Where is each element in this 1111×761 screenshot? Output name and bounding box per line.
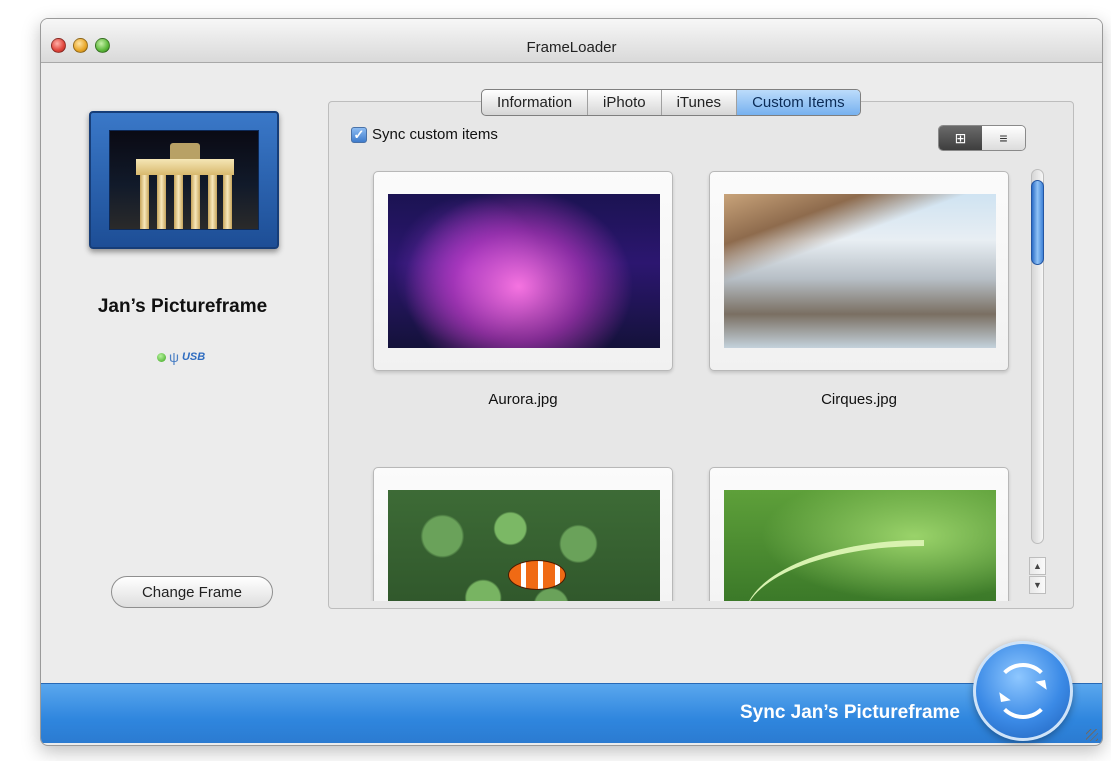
tab-itunes[interactable]: iTunes	[662, 90, 738, 115]
item-card[interactable]	[373, 171, 673, 371]
sync-label: Sync Jan’s Pictureframe	[739, 702, 960, 723]
sync-custom-items-label[interactable]: Sync custom items	[372, 126, 498, 143]
list-view-icon[interactable]: ≡	[982, 126, 1025, 150]
item-card[interactable]	[709, 467, 1009, 601]
app-window: FrameLoader Jan’s Pictureframe ψ USB Cha…	[40, 18, 1103, 746]
custom-items-grid[interactable]: Aurora.jpg Cirques.jpg	[361, 169, 1029, 601]
title-bar[interactable]: FrameLoader	[41, 19, 1102, 63]
grid-view-icon[interactable]: ⊞	[939, 126, 982, 150]
connected-status-icon	[157, 352, 166, 362]
tab-information[interactable]: Information	[482, 90, 589, 115]
item-card[interactable]	[709, 171, 1009, 371]
sync-custom-items-checkbox[interactable]: ✓	[351, 126, 367, 143]
item-caption: Cirques.jpg	[821, 391, 897, 408]
item-thumbnail-cirques	[724, 194, 996, 348]
item-thumbnail-dewdrop	[724, 490, 996, 601]
resize-grip-icon[interactable]	[1086, 729, 1098, 741]
item-caption: Aurora.jpg	[488, 391, 558, 408]
change-frame-button[interactable]: Change Frame	[111, 576, 273, 608]
grid-item-cirques[interactable]: Cirques.jpg	[709, 171, 1009, 408]
window-title: FrameLoader	[526, 39, 617, 56]
item-thumbnail-clownfish	[388, 490, 660, 601]
grid-item-dewdrop[interactable]	[709, 467, 1009, 601]
sync-custom-items-row[interactable]: ✓ Sync custom items	[351, 126, 498, 143]
grid-scrollbar[interactable]: ▲ ▼	[1029, 167, 1046, 599]
picture-frame-thumbnail	[89, 111, 279, 249]
connection-status: ψ USB	[157, 349, 205, 365]
item-card[interactable]	[373, 467, 673, 601]
usb-icon: ψ	[169, 349, 179, 365]
device-name: Jan’s Pictureframe	[97, 296, 268, 317]
item-thumbnail-aurora	[388, 194, 660, 348]
connection-type-label: USB	[181, 351, 206, 363]
tab-bar: Information iPhoto iTunes Custom Items	[481, 89, 861, 116]
grid-item-aurora[interactable]: Aurora.jpg	[373, 171, 673, 408]
frame-photo-brandenburg-gate	[109, 130, 259, 230]
tab-custom-items[interactable]: Custom Items	[737, 90, 860, 115]
sync-bar: Sync Jan’s Pictureframe	[41, 683, 1102, 743]
view-mode-toggle: ⊞ ≡	[938, 125, 1026, 151]
sync-arrows-icon	[995, 663, 1051, 719]
scroll-up-arrow-icon[interactable]: ▲	[1029, 557, 1046, 575]
tab-iphoto[interactable]: iPhoto	[588, 90, 662, 115]
grid-item-clownfish[interactable]	[373, 467, 673, 601]
scroll-thumb[interactable]	[1031, 180, 1044, 265]
scroll-down-arrow-icon[interactable]: ▼	[1029, 576, 1046, 594]
sync-button[interactable]	[973, 641, 1073, 741]
